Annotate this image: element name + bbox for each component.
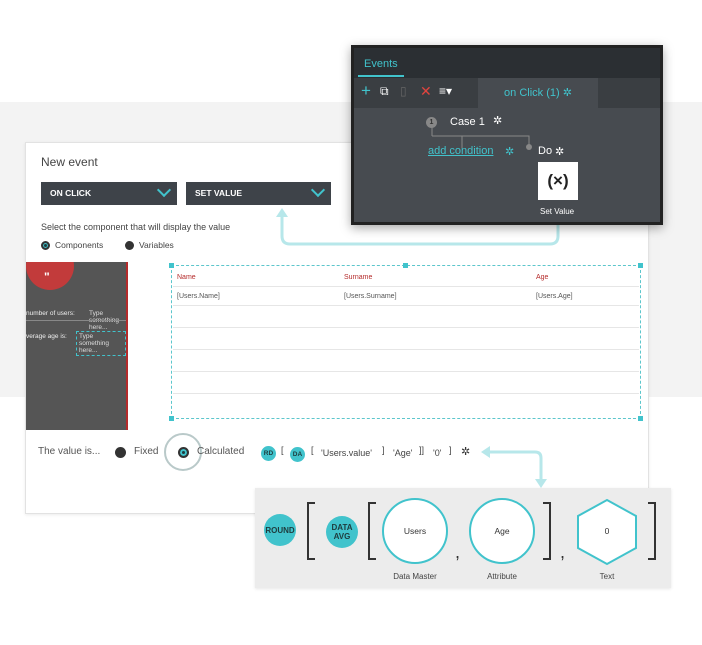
- set-value-label: Set Value: [540, 207, 575, 216]
- gear-icon[interactable]: ✲: [563, 87, 572, 99]
- users-caption: Data Master: [393, 572, 437, 581]
- comma: ,: [455, 542, 461, 562]
- gear-icon[interactable]: ✲: [555, 145, 564, 158]
- events-header: Events: [354, 48, 660, 78]
- bracket-right: [543, 502, 551, 560]
- formula-detail-panel: ROUND DATA AVG Users Data Master , Age A…: [255, 488, 671, 588]
- plus-icon[interactable]: +: [361, 81, 371, 101]
- case-number-badge: 1: [426, 117, 437, 128]
- do-label: Do: [538, 145, 553, 157]
- set-value-action-icon[interactable]: (×): [538, 162, 578, 200]
- flow-lines: [431, 122, 532, 150]
- add-condition-link[interactable]: add condition: [428, 145, 493, 157]
- clipboard-icon[interactable]: ▯: [400, 84, 407, 98]
- gear-icon[interactable]: ✲: [505, 145, 514, 158]
- events-panel: Events + ⧉ ▯ ✕ ≡▾ on Click (1) ✲ 1 Case …: [351, 45, 663, 225]
- round-function-badge[interactable]: ROUND: [264, 514, 296, 546]
- tab-events[interactable]: Events: [358, 53, 404, 77]
- users-node[interactable]: Users: [382, 498, 448, 564]
- gear-icon[interactable]: ✲: [493, 114, 502, 127]
- case-label: Case 1: [450, 116, 485, 128]
- age-node-label: Age: [494, 526, 510, 536]
- list-menu-icon[interactable]: ≡▾: [439, 84, 452, 98]
- text-caption: Text: [599, 572, 615, 581]
- badge-line: AVG: [333, 532, 351, 541]
- age-node[interactable]: Age: [469, 498, 535, 564]
- tab-on-click-label: on Click (1): [504, 87, 560, 99]
- bracket-left: [368, 502, 376, 560]
- age-caption: Attribute: [487, 572, 517, 581]
- data-avg-function-badge[interactable]: DATA AVG: [326, 516, 358, 548]
- comma: ,: [560, 542, 566, 562]
- text-node-label: 0: [604, 526, 610, 536]
- users-node-label: Users: [403, 526, 427, 536]
- events-canvas: 1 Case 1 ✲ add condition ✲ Do ✲ (×) Set …: [354, 108, 660, 222]
- badge-line: DATA: [331, 523, 353, 532]
- delete-icon[interactable]: ✕: [420, 83, 432, 100]
- bracket-right: [648, 502, 656, 560]
- tab-on-click[interactable]: on Click (1) ✲: [478, 78, 598, 108]
- duplicate-icon[interactable]: ⧉: [380, 84, 389, 99]
- bracket-left: [307, 502, 315, 560]
